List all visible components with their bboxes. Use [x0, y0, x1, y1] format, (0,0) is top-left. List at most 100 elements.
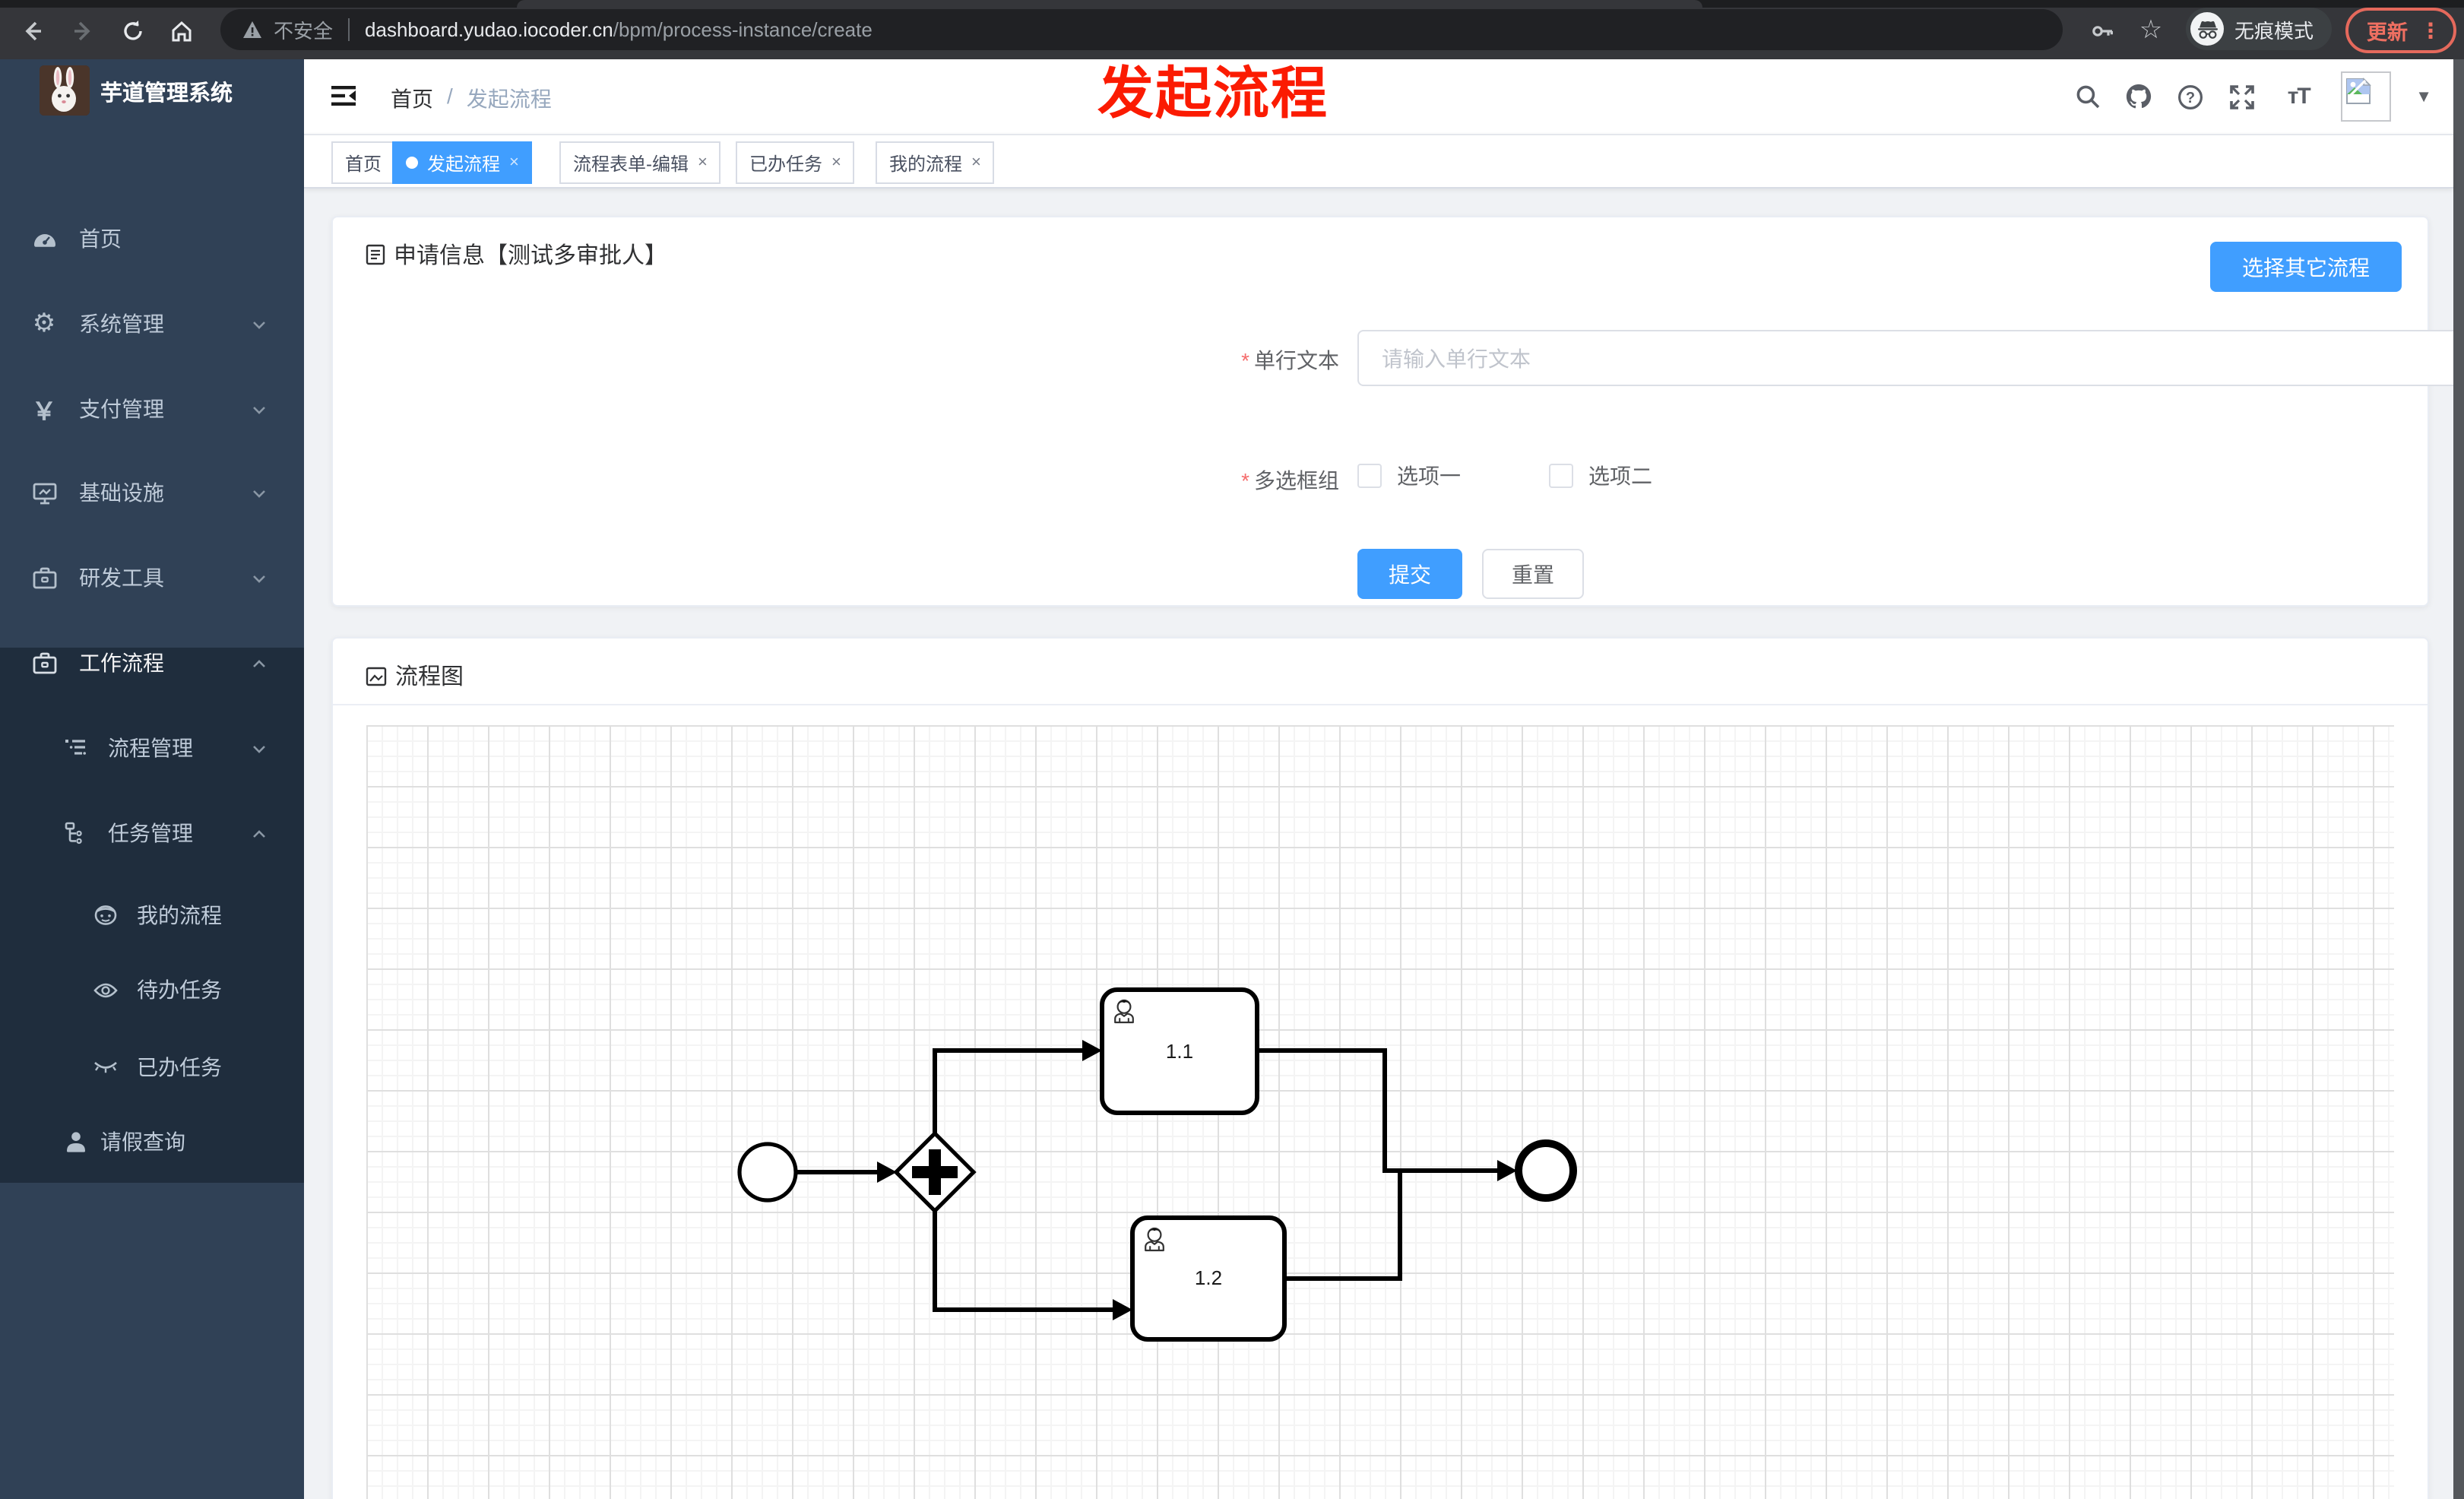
- sidebar-toggle-icon[interactable]: [330, 82, 357, 109]
- tab-label: 已办任务: [749, 153, 823, 174]
- update-label: 更新: [2367, 21, 2408, 44]
- required-mark: *: [1241, 348, 1249, 372]
- sidebar-item-done-tasks[interactable]: 已办任务: [0, 1029, 304, 1105]
- url-host: dashboard.yudao.iocoder.cn: [365, 18, 613, 41]
- single-line-text-input[interactable]: 请输入单行文本: [1357, 330, 2453, 386]
- checkbox-option-2[interactable]: [1549, 464, 1573, 488]
- start-event[interactable]: [737, 1142, 798, 1203]
- active-tab-dot: [406, 157, 418, 169]
- sidebar-item-infrastructure[interactable]: 基础设施: [0, 455, 304, 531]
- tab-my-process[interactable]: 我的流程 ×: [876, 141, 995, 184]
- sidebar-item-workflow[interactable]: 工作流程: [0, 625, 304, 701]
- dashboard-icon: [30, 225, 58, 252]
- annotation-overlay-text: 发起流程: [1097, 62, 1329, 125]
- flow-tree-icon: [62, 819, 90, 847]
- picture-icon: [366, 666, 387, 686]
- eye-open-icon: [91, 976, 119, 1003]
- reload-button[interactable]: [109, 8, 155, 53]
- sidebar-logo[interactable]: 芋道管理系统: [0, 59, 304, 135]
- breadcrumb: 首页 / 发起流程: [391, 84, 552, 114]
- password-key-icon[interactable]: [2079, 8, 2125, 53]
- reset-button[interactable]: 重置: [1482, 549, 1584, 599]
- monitor-icon: [30, 479, 58, 506]
- url-path: /bpm/process-instance/create: [613, 18, 873, 41]
- gear-icon: ⚙: [32, 309, 56, 338]
- sidebar-item-label: 我的流程: [137, 903, 222, 927]
- user-task-1-1[interactable]: 1.1: [1100, 987, 1259, 1115]
- close-icon[interactable]: ×: [831, 154, 841, 172]
- forward-button[interactable]: [59, 8, 105, 53]
- submit-button[interactable]: 提交: [1357, 549, 1462, 599]
- end-event[interactable]: [1515, 1139, 1577, 1202]
- tab-label: 流程表单-编辑: [573, 153, 689, 174]
- checkbox-label[interactable]: 选项二: [1588, 461, 1652, 491]
- bpmn-canvas[interactable]: 1.1 1.2: [366, 725, 2394, 1499]
- user-avatar[interactable]: [2341, 71, 2392, 122]
- browser-menu-icon[interactable]: ⋮: [2420, 17, 2441, 43]
- sidebar-item-my-process[interactable]: 我的流程: [0, 877, 304, 953]
- diagram-title-text: 流程图: [395, 664, 464, 690]
- fullscreen-icon[interactable]: [2228, 83, 2256, 110]
- sidebar-item-task-mgmt[interactable]: 任务管理: [0, 795, 304, 871]
- breadcrumb-separator: /: [447, 84, 453, 108]
- tab-label: 首页: [345, 153, 382, 174]
- checkbox-label[interactable]: 选项一: [1397, 461, 1461, 491]
- checkbox-option-1[interactable]: [1357, 464, 1382, 488]
- address-bar[interactable]: 不安全 dashboard.yudao.iocoder.cn/bpm/proce…: [220, 9, 2063, 50]
- close-icon[interactable]: ×: [971, 154, 981, 172]
- sidebar-item-label: 工作流程: [79, 651, 164, 675]
- apply-info-card: 申请信息【测试多审批人】 选择其它流程 * 单行文本 请输入单行文本 * 多选框组 …: [331, 216, 2453, 607]
- chevron-down-icon: [251, 484, 268, 501]
- help-icon[interactable]: ?: [2177, 83, 2204, 110]
- sidebar-item-devtools[interactable]: 研发工具: [0, 540, 304, 616]
- avatar-dropdown-caret-icon[interactable]: ▼: [2415, 87, 2432, 106]
- sidebar-item-label: 首页: [79, 227, 122, 251]
- choose-other-process-button[interactable]: 选择其它流程: [2210, 242, 2402, 292]
- tab-process-form-edit[interactable]: 流程表单-编辑 ×: [559, 141, 721, 184]
- breadcrumb-home[interactable]: 首页: [391, 84, 433, 114]
- not-secure-warning-icon[interactable]: [242, 20, 263, 40]
- update-chrome-button[interactable]: 更新 ⋮: [2345, 8, 2456, 53]
- input-placeholder: 请输入单行文本: [1382, 346, 1531, 370]
- diagram-title: 流程图: [365, 660, 464, 692]
- sidebar-item-leave-query[interactable]: 请假查询: [0, 1104, 304, 1180]
- bpmn-diagram: 1.1 1.2: [737, 987, 1577, 1342]
- parallel-gateway[interactable]: [893, 1130, 977, 1214]
- sidebar-item-system[interactable]: ⚙ 系统管理: [0, 286, 304, 362]
- navbar-actions: ? тT ▼: [2073, 59, 2432, 134]
- page-content: 申请信息【测试多审批人】 选择其它流程 * 单行文本 请输入单行文本 * 多选框组 …: [304, 185, 2453, 1499]
- github-icon[interactable]: [2125, 83, 2152, 110]
- bookmark-star-icon[interactable]: ☆: [2128, 8, 2174, 53]
- process-diagram-card: 流程图 1.1 1.2: [331, 637, 2429, 1499]
- user-task-1-2[interactable]: 1.2: [1130, 1215, 1287, 1342]
- sidebar-item-label: 待办任务: [137, 978, 222, 1002]
- active-browser-tab[interactable]: [517, 0, 1702, 8]
- chevron-down-icon: [251, 569, 268, 586]
- incognito-icon: [2190, 12, 2224, 46]
- main-area: 首页 / 发起流程 ? тT ▼ 首页 发起流程 × 流程表单-编辑 × 已办任…: [304, 59, 2453, 1499]
- page-scrollbar[interactable]: [2453, 59, 2464, 1499]
- required-mark: *: [1241, 468, 1249, 493]
- field-label-checkbox-group: * 多选框组: [1241, 468, 1339, 493]
- task-label: 1.1: [1166, 1040, 1193, 1063]
- tab-label: 发起流程: [427, 153, 501, 174]
- url-text[interactable]: dashboard.yudao.iocoder.cn/bpm/process-i…: [365, 18, 873, 41]
- sidebar-item-todo-tasks[interactable]: 待办任务: [0, 952, 304, 1028]
- font-size-icon[interactable]: тT: [2280, 83, 2317, 110]
- tab-done-tasks[interactable]: 已办任务 ×: [736, 141, 855, 184]
- close-icon[interactable]: ×: [509, 154, 519, 172]
- search-icon[interactable]: [2073, 83, 2101, 110]
- home-button[interactable]: [158, 8, 204, 53]
- eye-closed-icon: [91, 1054, 119, 1081]
- sidebar-item-process-mgmt[interactable]: 流程管理: [0, 710, 304, 786]
- apply-info-title-text: 申请信息【测试多审批人】: [394, 243, 668, 269]
- face-icon: [91, 902, 119, 929]
- sidebar-item-payment[interactable]: ￥ 支付管理: [0, 371, 304, 447]
- close-icon[interactable]: ×: [698, 154, 708, 172]
- back-button[interactable]: [9, 8, 55, 53]
- tab-home[interactable]: 首页: [331, 141, 396, 184]
- document-icon: [366, 244, 385, 265]
- sidebar-item-label: 流程管理: [108, 736, 193, 760]
- sidebar-item-home[interactable]: 首页: [0, 201, 304, 277]
- tab-start-process[interactable]: 发起流程 ×: [392, 141, 533, 184]
